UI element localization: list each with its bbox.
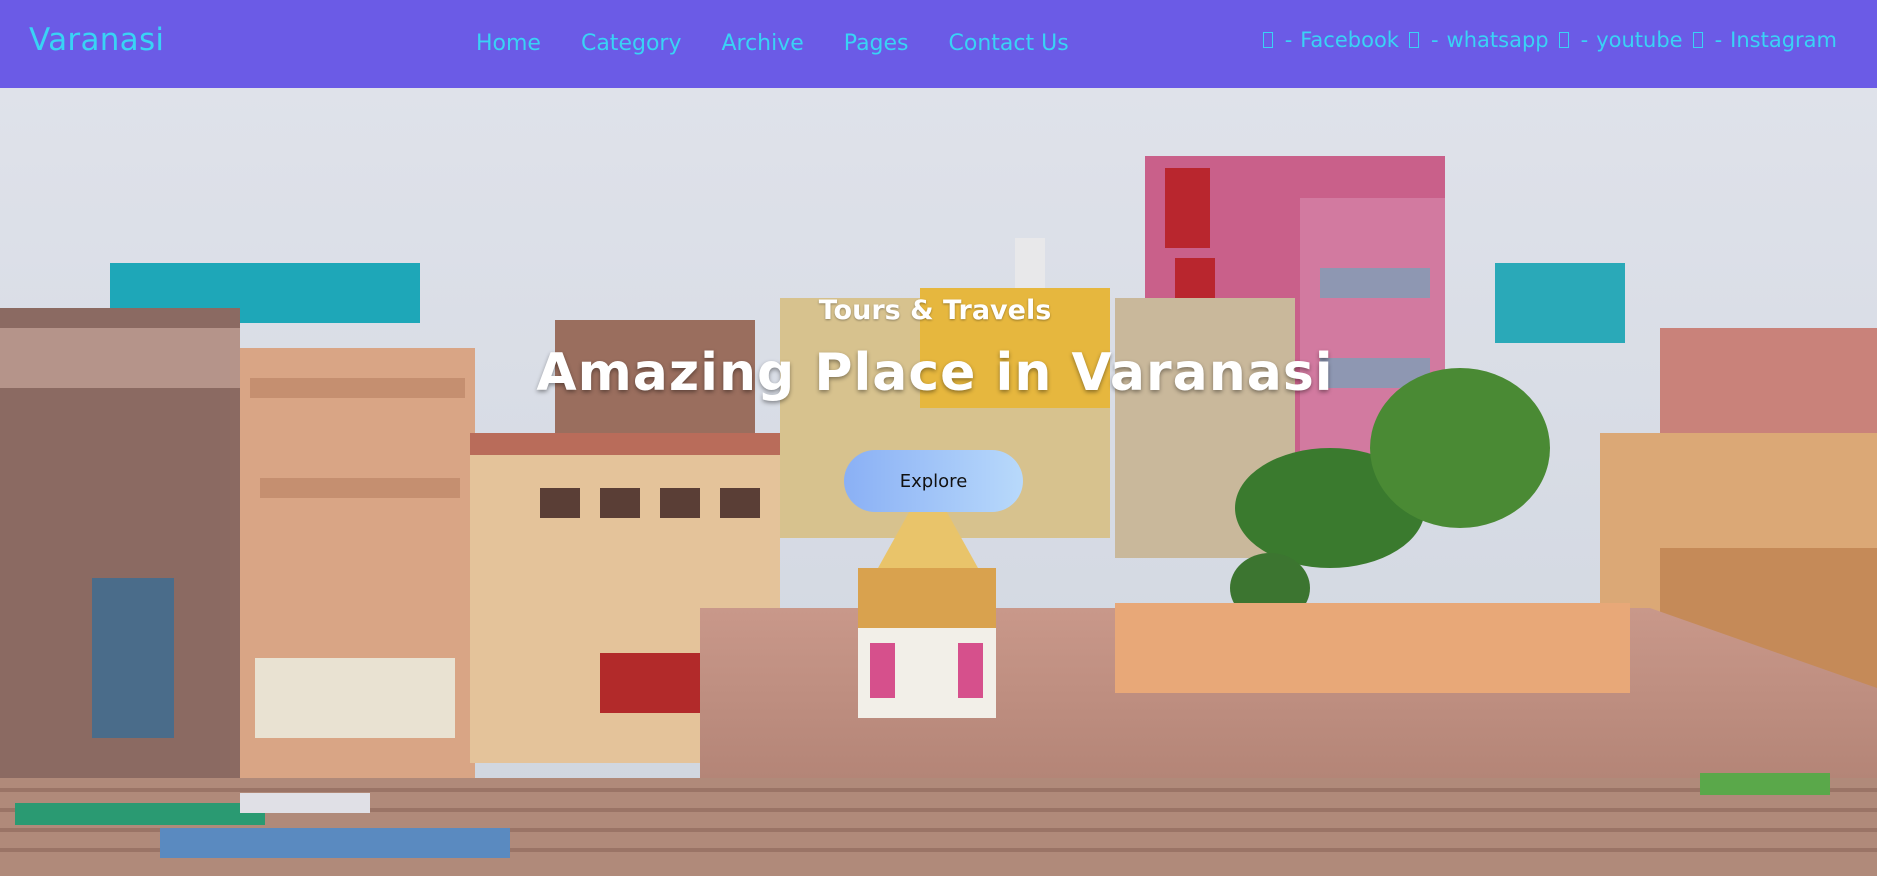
hero-section: Tours & Travels Amazing Place in Varanas… bbox=[0, 88, 1877, 876]
social-link-facebook[interactable]: - Facebook bbox=[1262, 28, 1399, 52]
social-link-whatsapp[interactable]: - whatsapp bbox=[1408, 28, 1549, 52]
nav-link-home[interactable]: Home bbox=[476, 31, 541, 56]
facebook-icon bbox=[1262, 32, 1273, 48]
social-separator: - bbox=[1430, 28, 1439, 52]
main-nav: Home Category Archive Pages Contact Us bbox=[476, 31, 1069, 56]
explore-button[interactable]: Explore bbox=[844, 450, 1023, 512]
social-links: - Facebook - whatsapp - youtube - Instag… bbox=[1262, 28, 1837, 52]
brand-logo-link[interactable]: Varanasi bbox=[29, 22, 164, 58]
social-label-instagram: Instagram bbox=[1730, 28, 1837, 52]
social-label-youtube: youtube bbox=[1596, 28, 1683, 52]
social-link-instagram[interactable]: - Instagram bbox=[1692, 28, 1837, 52]
navbar: Varanasi Home Category Archive Pages Con… bbox=[0, 0, 1877, 88]
social-link-youtube[interactable]: - youtube bbox=[1558, 28, 1683, 52]
social-label-whatsapp: whatsapp bbox=[1446, 28, 1549, 52]
nav-link-contact-us[interactable]: Contact Us bbox=[949, 31, 1069, 56]
social-separator: - bbox=[1580, 28, 1589, 52]
social-label-facebook: Facebook bbox=[1300, 28, 1399, 52]
hero-title: Amazing Place in Varanasi bbox=[536, 343, 1334, 403]
hero-content: Tours & Travels Amazing Place in Varanas… bbox=[0, 88, 1877, 876]
social-separator: - bbox=[1714, 28, 1723, 52]
nav-link-archive[interactable]: Archive bbox=[721, 31, 803, 56]
youtube-icon bbox=[1558, 32, 1569, 48]
hero-subtitle: Tours & Travels bbox=[818, 295, 1052, 326]
nav-link-category[interactable]: Category bbox=[581, 31, 682, 56]
social-separator: - bbox=[1284, 28, 1293, 52]
instagram-icon bbox=[1692, 32, 1703, 48]
nav-link-pages[interactable]: Pages bbox=[844, 31, 909, 56]
whatsapp-icon bbox=[1408, 32, 1419, 48]
